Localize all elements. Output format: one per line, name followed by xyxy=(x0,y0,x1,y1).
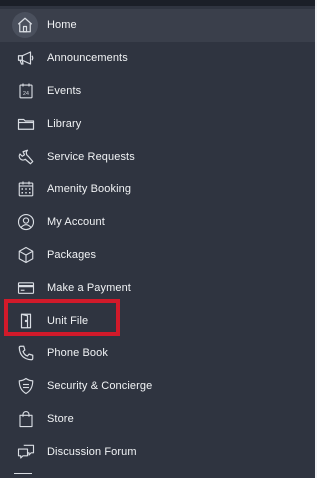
menu-item-label: Security & Concierge xyxy=(47,380,153,393)
calendar-event-icon: 24 xyxy=(12,77,40,105)
menu-item-library[interactable]: Library xyxy=(0,107,315,140)
menu-item-events[interactable]: 24 Events xyxy=(0,75,315,108)
menu-item-label: Store xyxy=(47,412,74,425)
menu-item-phone-book[interactable]: Phone Book xyxy=(0,337,315,370)
top-strip xyxy=(0,0,317,6)
home-icon xyxy=(12,12,38,39)
app-frame: Home Announcements 24 Events Library Ser… xyxy=(0,0,317,478)
menu-item-label: Discussion Forum xyxy=(47,445,137,458)
phone-icon xyxy=(12,339,40,367)
menu-item-label: Library xyxy=(47,117,82,130)
user-icon xyxy=(12,208,40,236)
menu-item-label: My Account xyxy=(47,216,105,229)
next-item-icon-peek xyxy=(14,473,32,478)
menu-item-packages[interactable]: Packages xyxy=(0,239,315,272)
menu-item-discussion-forum[interactable]: Discussion Forum xyxy=(0,435,315,468)
menu-item-label: Events xyxy=(47,84,82,97)
menu-item-my-account[interactable]: My Account xyxy=(0,206,315,239)
chat-icon xyxy=(12,438,40,466)
credit-card-icon xyxy=(12,274,40,302)
menu-item-amenity-booking[interactable]: Amenity Booking xyxy=(0,173,315,206)
package-icon xyxy=(12,241,40,269)
svg-text:24: 24 xyxy=(23,91,29,97)
menu-item-label: Packages xyxy=(47,248,97,261)
menu-item-label: Make a Payment xyxy=(47,281,131,294)
menu-item-label: Amenity Booking xyxy=(47,183,132,196)
menu-item-label: Announcements xyxy=(47,52,128,65)
menu-item-store[interactable]: Store xyxy=(0,403,315,436)
shopping-bag-icon xyxy=(12,405,40,433)
folder-icon xyxy=(12,110,40,138)
calendar-grid-icon xyxy=(12,175,40,203)
menu-item-label: Phone Book xyxy=(47,347,108,360)
wrench-icon xyxy=(12,143,40,171)
menu-item-unit-file[interactable]: Unit File xyxy=(0,304,315,337)
menu-item-label: Home xyxy=(47,19,77,32)
shield-icon xyxy=(12,372,40,400)
menu-item-label: Service Requests xyxy=(47,150,135,163)
right-edge xyxy=(315,0,317,478)
menu-item-home[interactable]: Home xyxy=(0,9,315,42)
menu-item-announcements[interactable]: Announcements xyxy=(0,42,315,75)
megaphone-icon xyxy=(12,44,40,72)
menu-item-label: Unit File xyxy=(47,314,89,327)
menu-item-service-requests[interactable]: Service Requests xyxy=(0,140,315,173)
door-icon xyxy=(12,307,40,335)
side-menu: Home Announcements 24 Events Library Ser… xyxy=(0,9,315,468)
menu-item-security-concierge[interactable]: Security & Concierge xyxy=(0,370,315,403)
menu-item-make-a-payment[interactable]: Make a Payment xyxy=(0,271,315,304)
